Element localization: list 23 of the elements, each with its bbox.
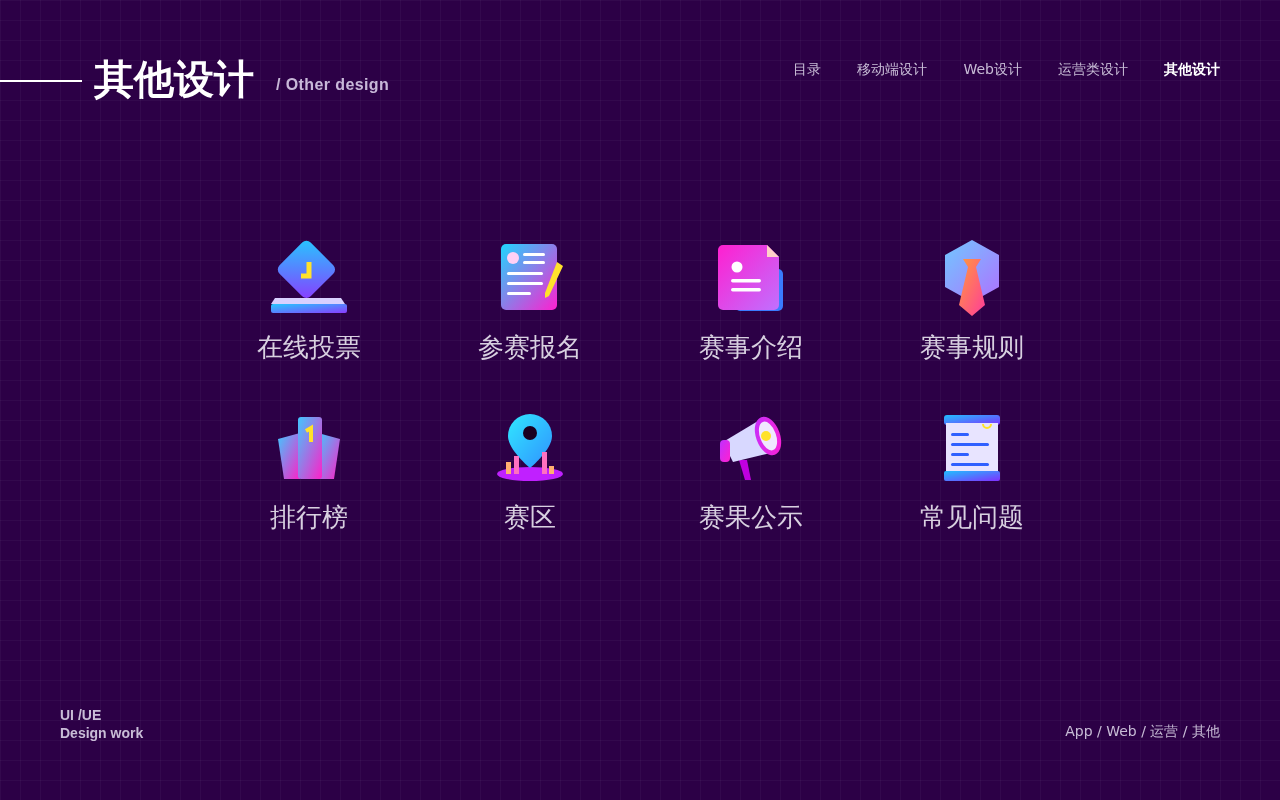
menu-label[interactable]: 常见问题 [919,500,1024,534]
menu-label[interactable]: 排行榜 [269,500,348,534]
brand-text: UI /UE [60,706,103,724]
necktie-icon [942,239,1001,317]
menu-label[interactable]: 赛事规则 [919,330,1024,364]
menu-label[interactable]: 在线投票 [256,330,361,364]
document-icon [716,243,785,313]
nav-link[interactable]: Web设计 [963,59,1022,80]
page-title: 其他设计 [94,55,254,103]
list-page-icon [942,413,1001,483]
menu-label[interactable]: 赛果公示 [698,500,803,534]
page-subtitle: / Other design [276,75,390,95]
nav-link[interactable]: 目录 [793,59,822,80]
map-pin-icon [495,412,564,484]
menu-label[interactable]: 参赛报名 [477,330,582,364]
menu-label[interactable]: 赛事介绍 [698,330,803,364]
ballot-box-icon [268,240,349,316]
nav-link[interactable]: 运营类设计 [1058,59,1128,80]
nav-link[interactable]: 移动端设计 [857,59,928,80]
menu-label[interactable]: 赛区 [503,500,556,534]
nav-link[interactable]: 其他设计 [1164,59,1220,80]
brand-text: Design work [60,724,144,742]
category-text: App / Web / 运营 / 其他 [1065,722,1220,741]
